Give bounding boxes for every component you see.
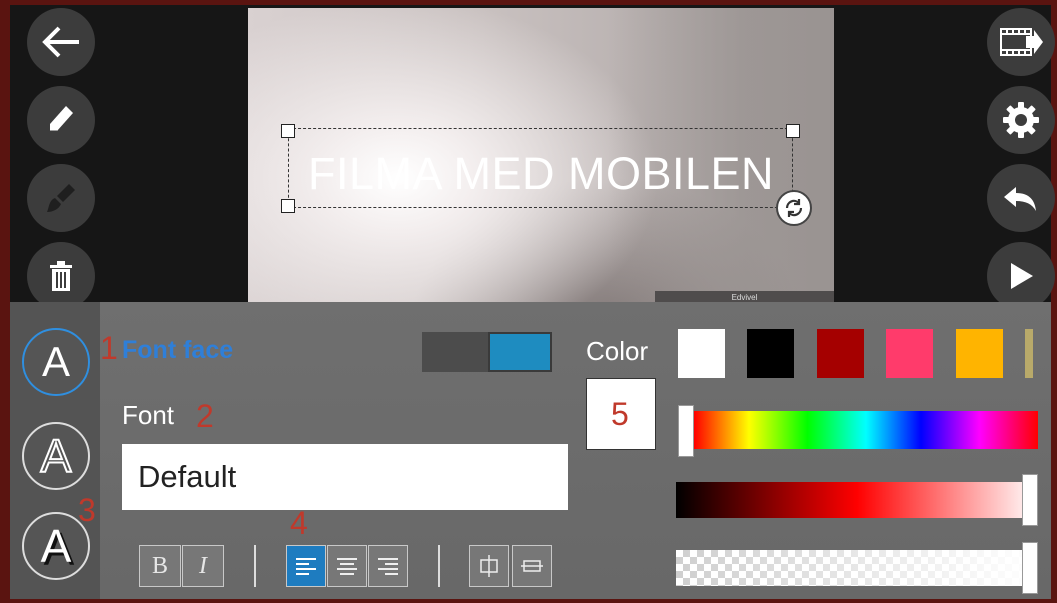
swatch-white[interactable] [678,329,725,378]
toggle-off-part [422,332,488,372]
undo-icon [1004,187,1036,211]
resize-handle-top-left[interactable] [281,124,295,138]
export-film-icon [1000,28,1043,56]
font-face-toggle[interactable] [422,332,552,372]
format-divider [254,545,256,587]
opacity-slider-track[interactable] [676,550,1038,586]
annotation-3: 3 [78,492,96,528]
swatch-orange[interactable] [956,329,1003,378]
back-button[interactable] [27,8,95,76]
align-right-button[interactable] [368,545,408,587]
resize-handle-top-right[interactable] [786,124,800,138]
fit-horizontal-icon [521,560,543,572]
annotation-5: 5 [611,396,629,432]
style-plain-button[interactable]: A [22,328,90,396]
pencil-icon [50,106,73,132]
edit-button[interactable] [27,86,95,154]
swatch-pink[interactable] [886,329,933,378]
italic-button[interactable]: I [182,545,224,587]
shade-slider-track[interactable] [676,482,1038,518]
rotate-handle[interactable] [776,190,812,226]
back-arrow-icon [42,26,79,58]
toggle-on-part [488,332,552,372]
brush-icon [47,184,75,212]
font-face-label: Font face [122,336,234,364]
align-left-button[interactable] [286,545,326,587]
fit-vertical-button[interactable] [469,545,509,587]
undo-button[interactable] [987,164,1055,232]
shade-slider-thumb[interactable] [1022,474,1038,526]
fit-horizontal-button[interactable] [512,545,552,587]
play-button[interactable] [987,242,1055,310]
settings-button[interactable] [987,86,1055,154]
hue-slider-thumb[interactable] [678,405,694,457]
frame-border-top [0,0,1057,5]
font-select[interactable]: Default [122,444,568,510]
play-icon [1011,263,1033,289]
annotation-1: 1 [100,330,118,366]
align-center-button[interactable] [327,545,367,587]
style-plain-glyph: A [41,338,70,385]
hue-slider-track[interactable] [694,411,1038,449]
align-left-icon [296,558,316,575]
bold-button[interactable]: B [139,545,181,587]
font-label: Font [122,400,175,430]
italic-label: I [199,552,207,579]
frame-border-right [1051,0,1057,603]
export-button[interactable] [987,8,1055,76]
style-outline-glyph: A [40,429,73,483]
color-label: Color [586,336,649,366]
gear-icon [1003,102,1039,138]
brush-button[interactable] [27,164,95,232]
align-center-icon [337,558,357,575]
frame-border-left [0,0,10,603]
style-shadow-glyph: A [40,520,72,572]
bold-label: B [151,552,168,579]
swatch-khaki[interactable] [1025,329,1033,378]
text-selection-box[interactable] [288,128,793,208]
align-right-icon [378,558,398,575]
trash-icon [50,261,72,291]
opacity-slider-thumb[interactable] [1022,542,1038,594]
frame-border-bottom [0,599,1057,603]
align-divider [438,545,440,587]
swatch-dark-red[interactable] [817,329,864,378]
swatch-black[interactable] [747,329,794,378]
fit-vertical-icon [480,555,498,577]
delete-button[interactable] [27,242,95,310]
style-outline-button[interactable]: A [22,422,90,490]
resize-handle-bottom-left[interactable] [281,199,295,213]
annotation-2: 2 [196,398,214,434]
annotation-4: 4 [290,505,308,541]
rotate-icon [785,199,803,217]
